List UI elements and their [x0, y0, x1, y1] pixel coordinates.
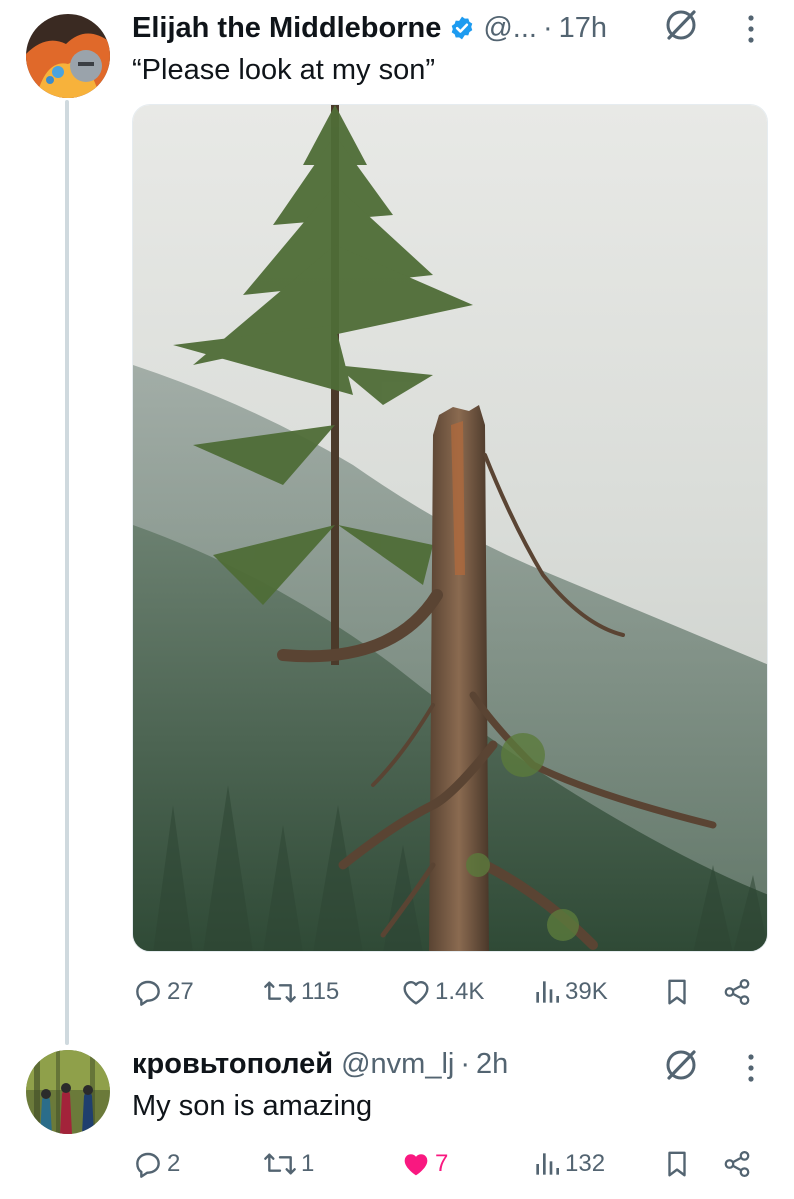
like-button[interactable]: 7 — [400, 1148, 532, 1180]
post-image[interactable] — [132, 104, 768, 952]
reply-header: кровьтополей @nvm_lj · 2h — [132, 1044, 508, 1084]
repost-button[interactable]: 115 — [262, 976, 400, 1008]
separator-dot: · — [460, 1047, 471, 1080]
share-icon — [724, 1151, 750, 1177]
more-options-icon[interactable] — [746, 1052, 756, 1084]
repost-button[interactable]: 1 — [262, 1148, 400, 1180]
bookmark-icon — [668, 979, 686, 1005]
author-avatar[interactable] — [26, 14, 110, 98]
figures-avatar-icon — [26, 1050, 110, 1134]
views-button[interactable]: 132 — [532, 1148, 662, 1180]
reply-author-handle[interactable]: @nvm_lj — [341, 1048, 454, 1081]
post-header: Elijah the Middleborne @... · 17h — [132, 8, 607, 48]
grok-icon[interactable] — [662, 1046, 700, 1084]
heart-icon — [403, 981, 429, 1005]
bookmark-button[interactable] — [662, 976, 722, 1008]
thread-line — [65, 100, 69, 1045]
repost-icon — [264, 1153, 296, 1175]
like-count: 7 — [435, 1150, 449, 1177]
repost-count: 115 — [301, 978, 340, 1005]
reply-icon — [136, 1152, 160, 1178]
reply-count: 2 — [167, 1150, 181, 1177]
verified-badge-icon — [452, 16, 473, 40]
bookmark-button[interactable] — [662, 1148, 722, 1180]
knight-avatar-icon — [26, 14, 110, 98]
repost-count: 1 — [301, 1150, 315, 1177]
reply-text: My son is amazing — [132, 1090, 373, 1122]
heart-filled-icon — [404, 1154, 428, 1176]
reply-time[interactable]: 2h — [476, 1048, 508, 1081]
views-button[interactable]: 39K — [532, 976, 662, 1008]
share-button[interactable] — [722, 1148, 762, 1180]
share-button[interactable] — [722, 976, 762, 1008]
bookmark-icon — [668, 1151, 686, 1177]
post-actions: 27 115 1.4K 39K — [132, 976, 762, 1008]
like-button[interactable]: 1.4K — [400, 976, 532, 1008]
grok-icon[interactable] — [662, 6, 700, 44]
reply-button[interactable]: 2 — [132, 1148, 262, 1180]
reply-author-name[interactable]: кровьтополей — [132, 1048, 333, 1081]
reply-button[interactable]: 27 — [132, 976, 262, 1008]
photo-mossy-tree-icon — [133, 105, 767, 951]
reply-count: 27 — [167, 978, 194, 1005]
like-count: 1.4K — [435, 978, 485, 1005]
views-chart-icon — [536, 981, 559, 1003]
author-name[interactable]: Elijah the Middleborne — [132, 12, 441, 45]
repost-icon — [264, 981, 296, 1003]
more-options-icon[interactable] — [746, 13, 756, 45]
share-icon — [724, 979, 750, 1005]
post-text: “Please look at my son” — [132, 54, 436, 86]
view-count: 39K — [565, 978, 608, 1005]
separator-dot: · — [542, 11, 553, 44]
reply-author-avatar[interactable] — [26, 1050, 110, 1134]
reply-actions: 2 1 7 132 — [132, 1148, 762, 1180]
reply-icon — [136, 980, 160, 1006]
view-count: 132 — [565, 1150, 606, 1177]
post-time[interactable]: 17h — [559, 12, 607, 45]
author-handle[interactable]: @... — [483, 12, 537, 45]
views-chart-icon — [536, 1153, 559, 1175]
